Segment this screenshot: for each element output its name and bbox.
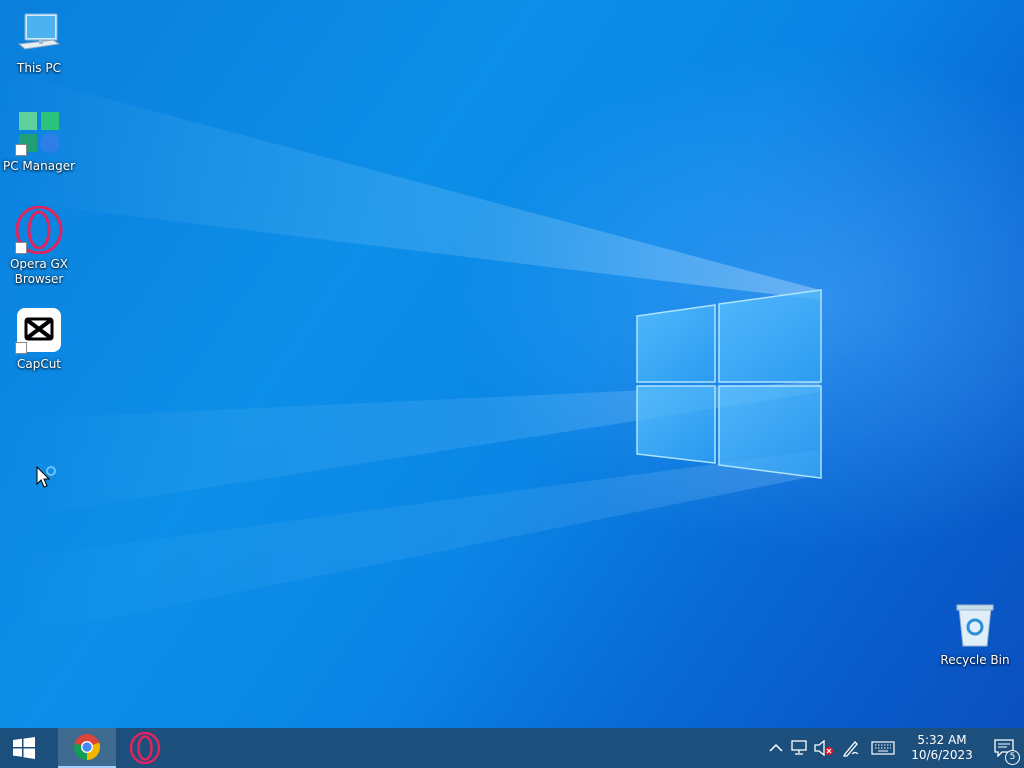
volume-button[interactable]: [812, 728, 836, 768]
mouse-cursor-icon: [36, 466, 56, 488]
pen-icon: [842, 741, 859, 757]
desktop[interactable]: This PC PC Manager Opera GX Browser CapC…: [0, 0, 1024, 728]
clock[interactable]: 5:32 AM 10/6/2023: [900, 733, 984, 763]
desktop-icon-pc-manager[interactable]: PC Manager: [1, 108, 77, 174]
desktop-icon-capcut[interactable]: CapCut: [1, 306, 77, 372]
chevron-up-icon: [769, 743, 783, 752]
opera-gx-icon: [15, 205, 63, 255]
recycle-bin-icon: [951, 602, 999, 650]
opera-icon: [129, 732, 161, 764]
system-tray: 5:32 AM 10/6/2023 5: [764, 728, 1024, 768]
desktop-icon-opera-gx[interactable]: Opera GX Browser: [1, 205, 77, 287]
wallpaper-light-beams: [0, 70, 820, 640]
desktop-icon-label: This PC: [17, 61, 61, 75]
pc-manager-icon: [15, 108, 63, 156]
desktop-icon-this-pc[interactable]: This PC: [1, 10, 77, 76]
volume-muted-icon: [814, 740, 833, 756]
shortcut-arrow-icon: [15, 144, 27, 156]
show-hidden-icons-button[interactable]: [764, 728, 788, 768]
taskbar-app-chrome[interactable]: [58, 728, 116, 768]
desktop-icon-label: PC Manager: [2, 159, 76, 173]
notification-count-badge: 5: [1005, 750, 1020, 765]
keyboard-icon: [871, 741, 895, 755]
desktop-icon-label: CapCut: [16, 357, 62, 371]
taskbar: 5:32 AM 10/6/2023 5: [0, 728, 1024, 768]
network-button[interactable]: [788, 728, 812, 768]
action-center-button[interactable]: 5: [984, 728, 1024, 768]
desktop-icon-label: Recycle Bin: [940, 653, 1010, 667]
clock-date: 10/6/2023: [911, 748, 973, 762]
shortcut-arrow-icon: [15, 342, 27, 354]
pen-workspace-button[interactable]: [836, 728, 866, 768]
desktop-icon-recycle-bin[interactable]: Recycle Bin: [937, 602, 1013, 668]
this-pc-icon: [15, 10, 63, 58]
shortcut-arrow-icon: [15, 242, 27, 254]
windows-start-icon: [13, 737, 35, 759]
start-button[interactable]: [0, 728, 48, 768]
desktop-icon-label: Opera GX Browser: [9, 257, 69, 286]
network-icon: [791, 740, 807, 755]
chrome-icon: [74, 734, 101, 761]
windows-logo-wallpaper: [636, 289, 822, 479]
taskbar-app-opera[interactable]: [116, 728, 174, 768]
touch-keyboard-button[interactable]: [866, 728, 900, 768]
clock-time: 5:32 AM: [917, 733, 967, 747]
capcut-icon: [15, 306, 63, 354]
